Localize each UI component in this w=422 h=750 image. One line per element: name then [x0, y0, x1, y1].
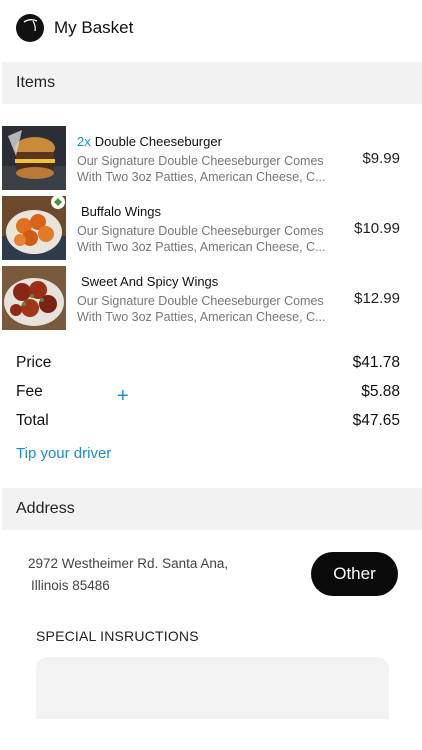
fee-value: $5.88	[361, 383, 400, 400]
delivery-address: 2972 Westheimer Rd. Santa Ana, Illinois …	[28, 553, 278, 597]
item-desc-line: Our Signature Double Cheeseburger Comes	[77, 224, 324, 238]
fee-label: Fee	[16, 383, 43, 400]
instructions-label: SPECIAL INSRUCTIONS	[36, 628, 199, 644]
item-name: Buffalo Wings	[81, 204, 161, 219]
basket-item[interactable]: 2x Double Cheeseburger Our Signature Doub…	[0, 126, 422, 192]
app-header: My Basket	[0, 0, 422, 58]
item-price: $9.99	[362, 150, 400, 167]
basket-item[interactable]: Sweet And Spicy Wings Our Signature Doub…	[0, 266, 422, 332]
other-address-button[interactable]: Other	[311, 552, 398, 596]
item-desc-line: With Two 3oz Patties, American Cheese, C…	[77, 169, 326, 184]
burger-image	[2, 126, 66, 190]
instructions-input[interactable]	[36, 657, 389, 719]
spicy-wings-image	[2, 266, 66, 330]
item-title: Buffalo Wings	[77, 204, 161, 219]
item-title: Sweet And Spicy Wings	[77, 274, 218, 289]
address-line: Illinois 85486	[31, 578, 110, 593]
item-price: $10.99	[354, 220, 400, 237]
item-desc-line: With Two 3oz Patties, American Cheese, C…	[77, 309, 326, 324]
address-section-header: Address	[2, 488, 422, 530]
address-section-title: Address	[16, 500, 75, 517]
wings-image	[2, 196, 66, 260]
item-description: Our Signature Double Cheeseburger Comes …	[77, 154, 332, 185]
price-label: Price	[16, 354, 52, 371]
total-label: Total	[16, 412, 49, 429]
logo-icon	[16, 14, 44, 42]
price-value: $41.78	[352, 354, 400, 371]
item-title: 2x Double Cheeseburger	[77, 134, 222, 149]
address-line: 2972 Westheimer Rd. Santa Ana,	[28, 556, 229, 571]
items-section-title: Items	[16, 74, 56, 91]
item-desc-line: Our Signature Double Cheeseburger Comes	[77, 294, 324, 308]
item-name: Sweet And Spicy Wings	[81, 274, 219, 289]
page-title: My Basket	[54, 18, 134, 37]
item-description: Our Signature Double Cheeseburger Comes …	[77, 224, 332, 255]
tip-driver-link[interactable]: Tip your driver	[16, 445, 111, 462]
item-price: $12.99	[354, 290, 400, 307]
item-description: Our Signature Double Cheeseburger Comes …	[77, 294, 332, 325]
plus-icon[interactable]: +	[117, 386, 129, 406]
item-desc-line: Our Signature Double Cheeseburger Comes	[77, 154, 324, 168]
item-name: Double Cheeseburger	[94, 134, 222, 149]
item-quantity: 2x	[77, 134, 91, 149]
items-section-header: Items	[2, 62, 422, 104]
basket-item[interactable]: Buffalo Wings Our Signature Double Chees…	[0, 196, 422, 262]
total-value: $47.65	[352, 412, 400, 429]
item-desc-line: With Two 3oz Patties, American Cheese, C…	[77, 239, 326, 254]
